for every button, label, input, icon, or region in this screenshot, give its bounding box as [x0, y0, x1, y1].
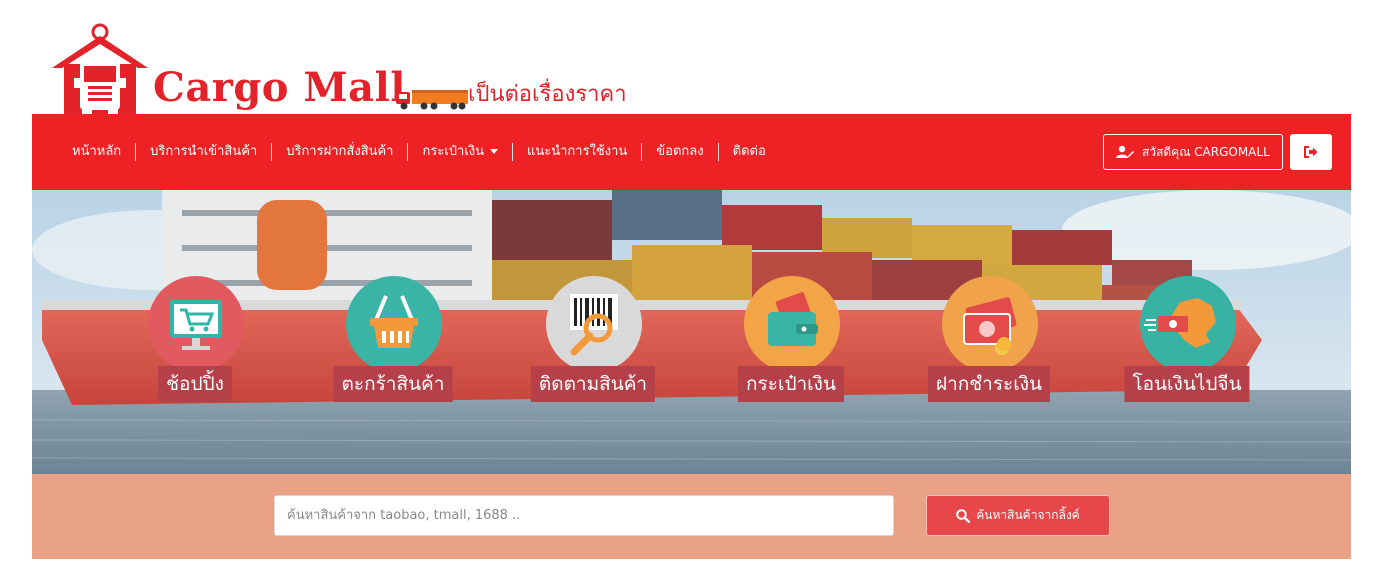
service-label: ฝากชำระเงิน: [927, 366, 1051, 402]
truck-icon: [396, 90, 468, 110]
nav-item-wallet-dropdown[interactable]: กระเป๋าเงิน: [407, 143, 512, 161]
site-header: Cargo Mall เป็นต่อเรื่องราคา: [0, 0, 1380, 114]
nav-item-order-service[interactable]: บริการฝากสั่งสินค้า: [271, 143, 407, 161]
service-label: ช้อปปิ้ง: [158, 366, 232, 402]
china-transfer-icon: [1144, 298, 1216, 348]
search-button-label: ค้นหาสินค้าจากลิ้งค์: [976, 508, 1080, 522]
search-button[interactable]: ค้นหาสินค้าจากลิ้งค์: [926, 495, 1110, 536]
nav-item-terms[interactable]: ข้อตกลง: [641, 143, 717, 161]
search-bar: ค้นหาสินค้าจากลิ้งค์: [32, 474, 1351, 559]
service-circle: [346, 276, 442, 372]
nav-item-wallet-label: กระเป๋าเงิน: [422, 144, 484, 159]
service-circle: [148, 276, 244, 372]
user-greeting-label: สวัสดีคุณ CARGOMALL: [1142, 144, 1270, 159]
barcode-search-icon: [570, 294, 618, 356]
service-circle: [744, 276, 840, 372]
service-tracking[interactable]: ติดตามสินค้า: [528, 276, 658, 406]
service-label: ตะกร้าสินค้า: [333, 366, 453, 402]
service-circle: [1140, 276, 1236, 372]
user-account-button[interactable]: สวัสดีคุณ CARGOMALL: [1103, 134, 1283, 170]
basket-icon: [370, 295, 418, 348]
nav-list: หน้าหลัก บริการนำเข้าสินค้า บริการฝากสั่…: [58, 114, 780, 190]
service-label: กระเป๋าเงิน: [738, 366, 844, 402]
main-navbar: หน้าหลัก บริการนำเข้าสินค้า บริการฝากสั่…: [32, 114, 1351, 190]
service-circle: [942, 276, 1038, 372]
service-shopping[interactable]: ช้อปปิ้ง: [130, 276, 260, 406]
service-circle: [546, 276, 642, 372]
brand-tagline: เป็นต่อเรื่องราคา: [468, 82, 627, 107]
shopping-cart-monitor-icon: [170, 300, 222, 350]
caret-down-icon: [490, 149, 498, 154]
nav-item-home[interactable]: หน้าหลัก: [58, 143, 135, 161]
nav-item-guide[interactable]: แนะนำการใช้งาน: [512, 143, 641, 161]
user-edit-icon: [1116, 145, 1134, 158]
service-wallet[interactable]: กระเป๋าเงิน: [726, 276, 856, 406]
nav-item-import-service[interactable]: บริการนำเข้าสินค้า: [135, 143, 271, 161]
truck-house-logo[interactable]: [50, 22, 150, 114]
sign-out-icon: [1304, 146, 1318, 158]
hero-banner: ช้อปปิ้ง ตะกร้าสินค้า ติดตามสินค้า กระเป…: [32, 190, 1351, 474]
money-payment-icon: [963, 297, 1017, 355]
brand-name[interactable]: Cargo Mall: [153, 66, 406, 110]
service-label: โอนเงินไปจีน: [1124, 366, 1250, 402]
nav-item-contact[interactable]: ติดต่อ: [717, 143, 780, 161]
service-label: ติดตามสินค้า: [530, 366, 656, 402]
search-icon: [956, 508, 971, 523]
service-payment[interactable]: ฝากชำระเงิน: [924, 276, 1054, 406]
service-basket[interactable]: ตะกร้าสินค้า: [328, 276, 458, 406]
wallet-icon: [768, 292, 818, 346]
search-input[interactable]: [274, 495, 894, 536]
service-transfer-china[interactable]: โอนเงินไปจีน: [1122, 276, 1252, 406]
logout-button[interactable]: [1290, 134, 1332, 170]
